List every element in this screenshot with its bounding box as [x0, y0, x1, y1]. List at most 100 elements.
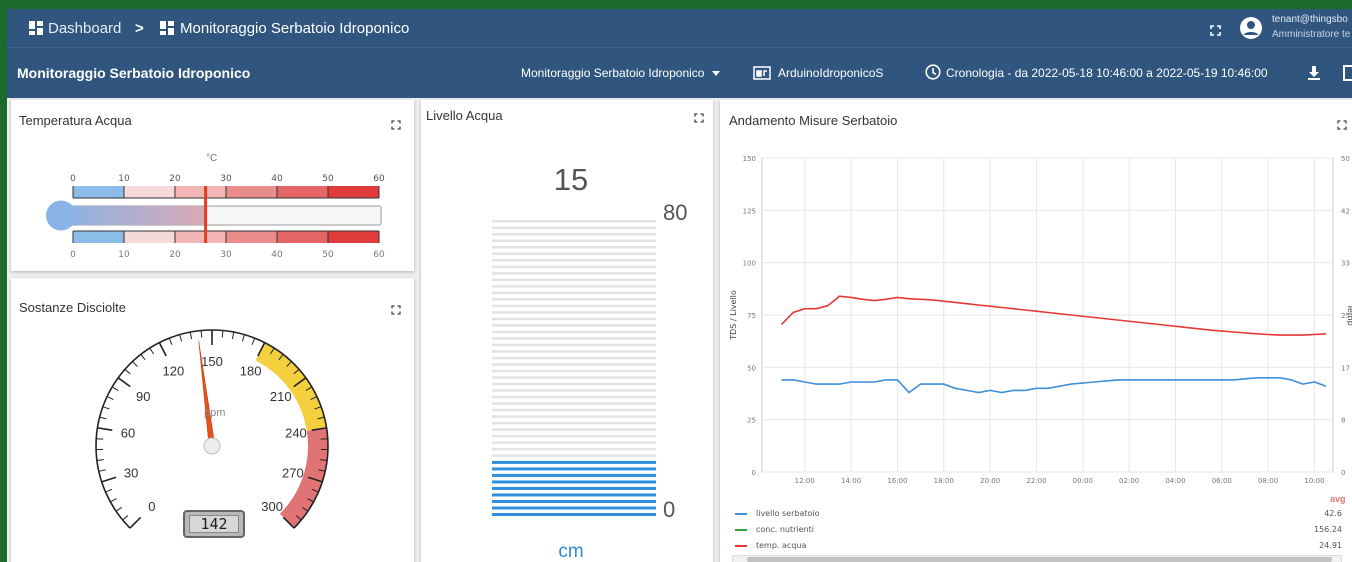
chevron-down-icon — [711, 71, 720, 77]
level-segment — [492, 428, 656, 431]
temperature-unit: °C — [206, 153, 218, 164]
legend-swatch — [735, 545, 747, 547]
x-tick-label: 06:00 — [1212, 477, 1232, 485]
tds-unit: ppm — [204, 407, 226, 419]
gauge-tick — [97, 427, 113, 431]
x-tick-label: 00:00 — [1073, 477, 1093, 485]
tick-label: 40 — [271, 250, 283, 260]
level-segment — [492, 460, 656, 464]
gauge-tick — [149, 347, 155, 355]
level-segment — [492, 376, 656, 379]
gauge-tick — [132, 361, 138, 367]
level-segment — [492, 278, 656, 282]
entity-alias[interactable]: ArduinoIdroponicoS — [778, 66, 883, 80]
level-segment — [492, 363, 656, 366]
legend-swatch — [735, 529, 747, 531]
gauge-tick-label: 90 — [136, 389, 150, 404]
x-tick-label: 02:00 — [1119, 477, 1139, 485]
scale-band — [277, 186, 328, 198]
level-segment — [492, 337, 656, 340]
gauge-tick — [168, 337, 173, 345]
water-level-widget: Livello Acqua 15 80 0 cm — [421, 100, 713, 562]
level-segment — [492, 226, 656, 230]
gauge-tick — [105, 488, 113, 493]
level-segment — [492, 402, 656, 405]
level-segment — [492, 421, 656, 425]
timewindow-history[interactable]: Cronologia - da 2022-05-18 10:46:00 a 20… — [946, 66, 1268, 80]
y-tick-label: 125 — [743, 207, 756, 215]
gauge-tick-label: 300 — [261, 499, 283, 514]
x-tick-label: 22:00 — [1026, 477, 1046, 485]
level-segment — [492, 467, 656, 471]
x-tick-label: 14:00 — [841, 477, 861, 485]
state-select[interactable]: Monitoraggio Serbatoio Idroponico — [521, 66, 720, 80]
level-segment — [492, 311, 656, 314]
level-segment — [492, 389, 656, 392]
scale-band — [73, 231, 124, 243]
tds-widget: Sostanze Disciolte 0 30 60 90 120 150 180 210 24… — [11, 278, 414, 562]
y2-axis-label: Temp — [1346, 303, 1352, 325]
gauge-tick — [122, 515, 129, 521]
scrollbar-thumb[interactable] — [747, 557, 1332, 562]
gauge-tick-label: 210 — [270, 389, 292, 404]
tds-lcd-value: 142 — [189, 515, 239, 533]
level-segment — [492, 382, 656, 386]
level-segment — [492, 259, 656, 262]
dashboard-title: Monitoraggio Serbatoio Idroponico — [17, 65, 251, 81]
gauge-tick — [98, 469, 106, 472]
x-tick-label: 16:00 — [887, 477, 907, 485]
dashboard-icon — [160, 21, 174, 35]
level-segment — [492, 454, 656, 457]
gauge-tick — [117, 377, 131, 388]
tick-label: 0 — [70, 250, 76, 260]
scale-band — [124, 186, 175, 198]
download-icon[interactable] — [1308, 66, 1320, 80]
user-email: tenant@thingsbo — [1272, 14, 1348, 25]
gauge-tick-label: 60 — [121, 426, 135, 441]
gauge-tick — [158, 342, 167, 357]
tick-label: 10 — [118, 250, 130, 260]
legend-avg-value: 42.6 — [1324, 509, 1342, 518]
account-icon[interactable] — [1239, 16, 1263, 40]
gauge-tick — [106, 396, 114, 401]
horizontal-scrollbar[interactable] — [732, 555, 1342, 562]
gauge-tick — [200, 330, 203, 338]
level-segment — [492, 285, 656, 288]
legend-item[interactable]: conc. nutrienti 156.24 — [720, 524, 1352, 538]
y2-tick-label: 8 — [1341, 417, 1345, 425]
scale-band — [175, 186, 226, 198]
breadcrumb-dashboard[interactable]: Dashboard — [48, 20, 121, 37]
fullscreen-icon[interactable] — [1210, 23, 1221, 36]
edit-icon[interactable] — [1343, 65, 1352, 81]
level-segment — [492, 252, 656, 256]
legend-item[interactable]: temp. acqua 24.91 — [720, 540, 1352, 554]
tick-label: 40 — [271, 174, 283, 184]
level-segment — [492, 486, 656, 490]
tick-label: 20 — [169, 174, 181, 184]
level-segment — [492, 480, 656, 484]
gauge-tick — [129, 516, 142, 529]
scale-band — [328, 231, 379, 243]
legend-item[interactable]: livello serbatoio 42.6 — [720, 508, 1352, 522]
state-select-label: Monitoraggio Serbatoio Idroponico — [521, 66, 705, 80]
tick-label: 50 — [322, 250, 334, 260]
legend-label: temp. acqua — [756, 541, 807, 550]
level-segment — [492, 343, 656, 347]
level-segment — [492, 298, 656, 301]
gauge-tick — [231, 331, 235, 340]
legend-swatch — [735, 513, 747, 515]
level-segment — [492, 233, 656, 236]
level-segment — [492, 499, 656, 503]
gauge-tick — [111, 386, 119, 391]
scale-band — [328, 186, 379, 198]
x-tick-label: 18:00 — [934, 477, 954, 485]
tds-lcd-display: 142 — [183, 510, 245, 538]
temperature-needle — [204, 186, 208, 243]
tick-label: 0 — [70, 174, 76, 184]
level-segment — [492, 304, 656, 308]
level-unit: cm — [558, 541, 584, 562]
gauge-tick — [221, 330, 224, 338]
y2-tick-label: 17 — [1341, 364, 1350, 372]
gauge-tick-label: 150 — [201, 354, 223, 369]
thermometer-fill — [61, 206, 206, 225]
